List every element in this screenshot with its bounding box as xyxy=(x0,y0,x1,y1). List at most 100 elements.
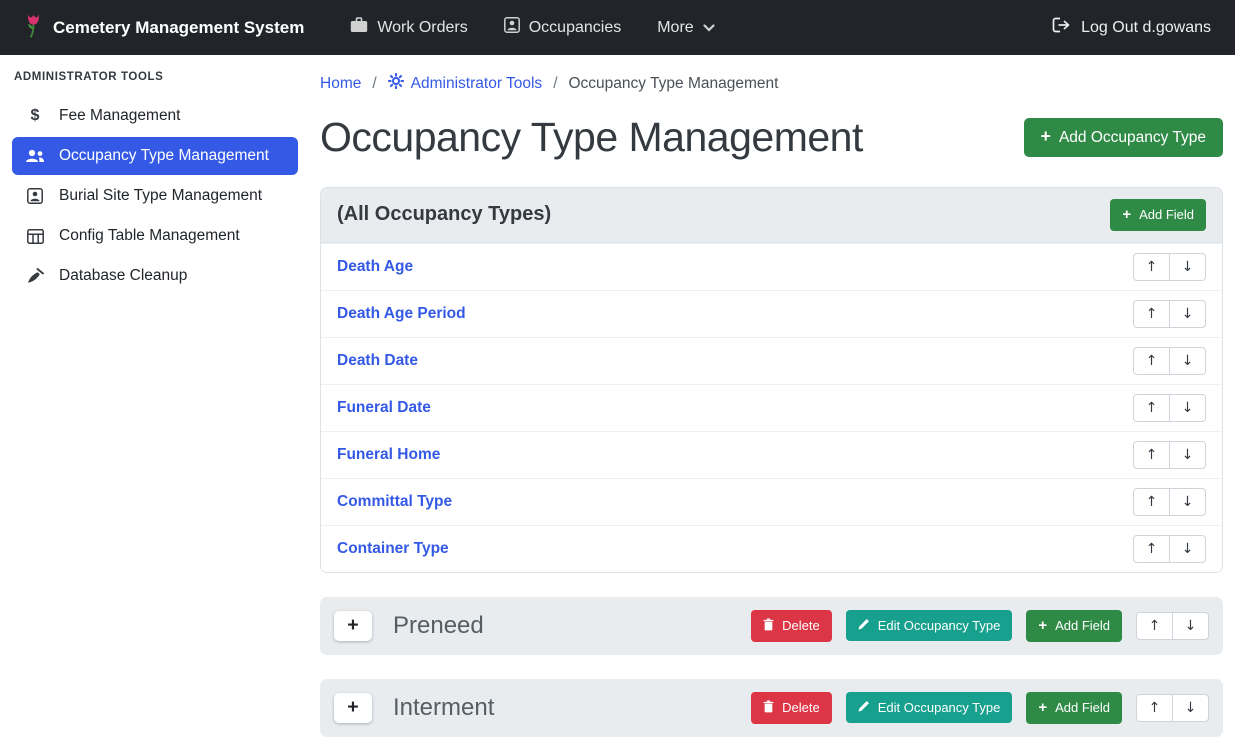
field-link-container-type[interactable]: Container Type xyxy=(337,540,449,558)
plus-icon xyxy=(1038,700,1047,716)
move-up-button[interactable] xyxy=(1133,488,1170,516)
add-field-button[interactable]: Add Field xyxy=(1026,692,1122,724)
move-down-button[interactable] xyxy=(1172,694,1209,722)
up-arrow-icon xyxy=(1149,618,1161,634)
down-arrow-icon xyxy=(1185,618,1197,634)
chevron-down-icon xyxy=(703,19,715,37)
reorder-buttons xyxy=(1133,535,1206,563)
broom-icon xyxy=(24,268,46,284)
nav-links: Work Orders Occupancies More xyxy=(332,9,732,46)
page-header: Occupancy Type Management Add Occupancy … xyxy=(320,114,1223,161)
app-brand[interactable]: Cemetery Management System xyxy=(24,12,304,44)
add-occupancy-type-button[interactable]: Add Occupancy Type xyxy=(1024,118,1223,157)
plus-icon xyxy=(347,698,358,718)
portrait-icon xyxy=(24,188,46,204)
down-arrow-icon xyxy=(1185,700,1197,716)
occupant-portrait-icon xyxy=(504,17,520,38)
delete-label: Delete xyxy=(782,618,820,633)
plus-icon xyxy=(1041,128,1051,147)
up-arrow-icon xyxy=(1146,353,1158,369)
sidebar-item-config-table-management[interactable]: Config Table Management xyxy=(12,217,298,255)
field-link-death-date[interactable]: Death Date xyxy=(337,352,418,370)
down-arrow-icon xyxy=(1182,541,1194,557)
add-field-label: Add Field xyxy=(1055,700,1110,715)
reorder-buttons xyxy=(1136,694,1209,722)
breadcrumb-current: Occupancy Type Management xyxy=(569,75,779,93)
delete-label: Delete xyxy=(782,700,820,715)
delete-button[interactable]: Delete xyxy=(751,610,832,642)
field-link-committal-type[interactable]: Committal Type xyxy=(337,493,452,511)
breadcrumb-separator xyxy=(553,75,557,93)
sidebar-item-fee-management[interactable]: $ Fee Management xyxy=(12,97,298,135)
field-link-death-age-period[interactable]: Death Age Period xyxy=(337,305,466,323)
sidebar-item-occupancy-type-management[interactable]: Occupancy Type Management xyxy=(12,137,298,175)
up-arrow-icon xyxy=(1146,541,1158,557)
sidebar-item-label: Database Cleanup xyxy=(59,267,187,285)
edit-occupancy-type-button[interactable]: Edit Occupancy Type xyxy=(846,692,1013,723)
reorder-buttons xyxy=(1133,347,1206,375)
reorder-buttons xyxy=(1136,612,1209,640)
field-row: Funeral Home xyxy=(321,431,1222,478)
move-down-button[interactable] xyxy=(1169,253,1206,281)
field-row: Committal Type xyxy=(321,478,1222,525)
reorder-buttons xyxy=(1133,253,1206,281)
move-down-button[interactable] xyxy=(1169,535,1206,563)
sidebar-heading: Administrator Tools xyxy=(14,71,298,83)
add-field-button[interactable]: Add Field xyxy=(1110,199,1206,231)
breadcrumb-administrator-tools[interactable]: Administrator Tools xyxy=(388,73,543,94)
move-down-button[interactable] xyxy=(1172,612,1209,640)
field-link-death-age[interactable]: Death Age xyxy=(337,258,413,276)
reorder-buttons xyxy=(1133,488,1206,516)
breadcrumb-separator xyxy=(372,75,376,93)
add-field-button[interactable]: Add Field xyxy=(1026,610,1122,642)
dollar-icon: $ xyxy=(24,107,46,125)
panel-actions: Delete Edit Occupancy Type Add Field xyxy=(751,610,1209,642)
logout-label: Log Out d.gowans xyxy=(1081,19,1211,37)
plus-icon xyxy=(1122,207,1131,223)
move-up-button[interactable] xyxy=(1136,612,1173,640)
move-up-button[interactable] xyxy=(1136,694,1173,722)
move-down-button[interactable] xyxy=(1169,488,1206,516)
users-icon xyxy=(24,149,46,163)
field-link-funeral-home[interactable]: Funeral Home xyxy=(337,446,440,464)
delete-button[interactable]: Delete xyxy=(751,692,832,724)
move-up-button[interactable] xyxy=(1133,347,1170,375)
panel-actions: Delete Edit Occupancy Type Add Field xyxy=(751,692,1209,724)
move-up-button[interactable] xyxy=(1133,300,1170,328)
move-down-button[interactable] xyxy=(1169,394,1206,422)
move-up-button[interactable] xyxy=(1133,441,1170,469)
sidebar-item-burial-site-type-management[interactable]: Burial Site Type Management xyxy=(12,177,298,215)
move-up-button[interactable] xyxy=(1133,253,1170,281)
expand-button[interactable] xyxy=(334,693,372,723)
nav-item-more[interactable]: More xyxy=(639,11,732,45)
move-up-button[interactable] xyxy=(1133,394,1170,422)
top-navbar: Cemetery Management System Work Orders O… xyxy=(0,0,1235,55)
nav-item-work-orders[interactable]: Work Orders xyxy=(332,9,485,46)
move-down-button[interactable] xyxy=(1169,300,1206,328)
sidebar-item-label: Config Table Management xyxy=(59,227,240,245)
field-row: Funeral Date xyxy=(321,384,1222,431)
field-link-funeral-date[interactable]: Funeral Date xyxy=(337,399,431,417)
reorder-buttons xyxy=(1133,394,1206,422)
panel-title: Preneed xyxy=(393,612,484,640)
edit-occupancy-type-button[interactable]: Edit Occupancy Type xyxy=(846,610,1013,641)
breadcrumb-home[interactable]: Home xyxy=(320,75,361,93)
down-arrow-icon xyxy=(1182,494,1194,510)
field-row: Death Age xyxy=(321,243,1222,290)
sidebar-item-database-cleanup[interactable]: Database Cleanup xyxy=(12,257,298,295)
up-arrow-icon xyxy=(1146,259,1158,275)
panel-title: Interment xyxy=(393,694,494,722)
all-occupancy-types-card: (All Occupancy Types) Add Field Death Ag… xyxy=(320,187,1223,573)
occupancy-type-panel-preneed: Preneed Delete xyxy=(320,597,1223,655)
move-down-button[interactable] xyxy=(1169,441,1206,469)
main-content: Home Administrator Tools xyxy=(310,55,1235,738)
expand-button[interactable] xyxy=(334,611,372,641)
up-arrow-icon xyxy=(1146,306,1158,322)
nav-item-occupancies[interactable]: Occupancies xyxy=(486,9,640,46)
logout-button[interactable]: Log Out d.gowans xyxy=(1052,17,1211,38)
move-down-button[interactable] xyxy=(1169,347,1206,375)
field-row: Container Type xyxy=(321,525,1222,572)
move-up-button[interactable] xyxy=(1133,535,1170,563)
breadcrumb-label: Administrator Tools xyxy=(411,75,543,93)
down-arrow-icon xyxy=(1182,447,1194,463)
